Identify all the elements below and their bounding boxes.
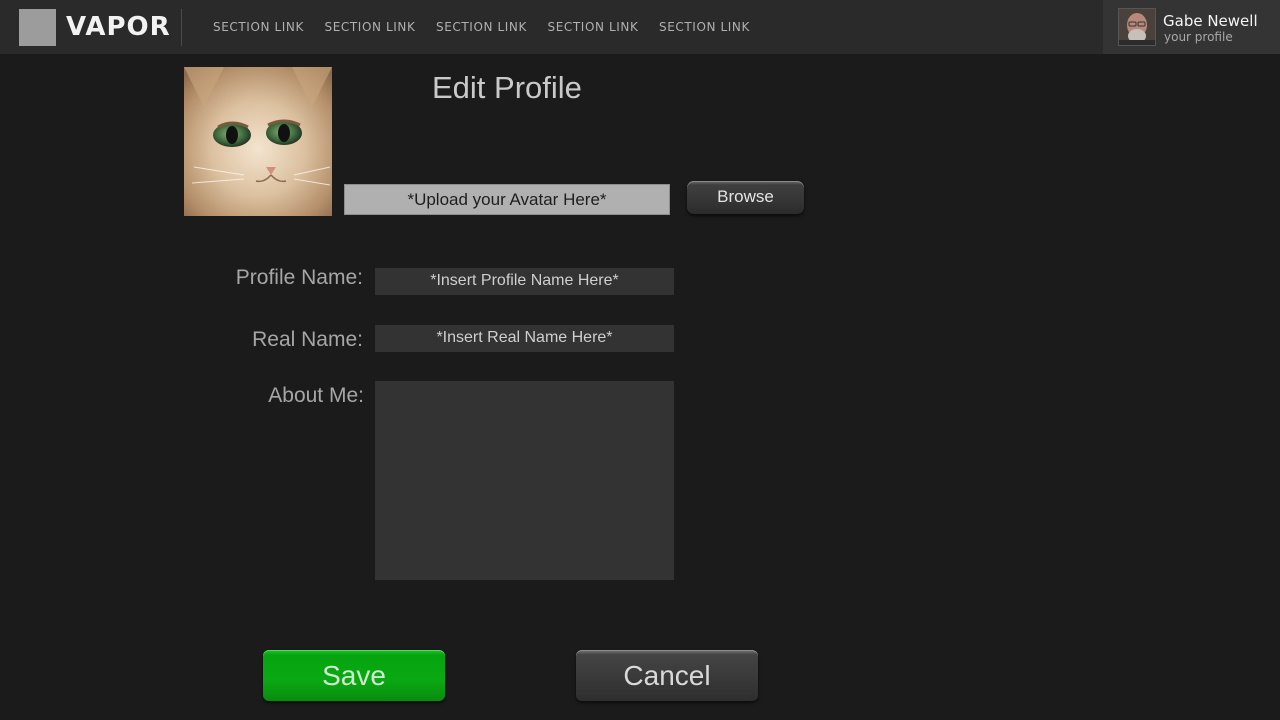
cancel-button[interactable]: Cancel (576, 650, 758, 701)
real-name-input[interactable]: *Insert Real Name Here* (375, 325, 674, 352)
cat-avatar-image (184, 67, 332, 216)
nav-section-link-1[interactable]: SECTION LINK (213, 20, 325, 34)
save-button[interactable]: Save (263, 650, 445, 701)
logo-icon[interactable] (19, 9, 56, 46)
profile-name-input[interactable]: *Insert Profile Name Here* (375, 268, 674, 295)
browse-button[interactable]: Browse (687, 181, 804, 214)
user-profile-menu[interactable]: Gabe Newell your profile (1103, 0, 1280, 54)
about-me-textarea[interactable] (375, 381, 674, 580)
top-navigation-bar: VAPOR SECTION LINK SECTION LINK SECTION … (0, 0, 1280, 54)
nav-section-link-2[interactable]: SECTION LINK (325, 20, 437, 34)
nav-section-link-3[interactable]: SECTION LINK (436, 20, 548, 34)
brand-name[interactable]: VAPOR (66, 12, 171, 42)
nav-section-link-4[interactable]: SECTION LINK (548, 20, 660, 34)
real-name-label: Real Name: (252, 328, 363, 351)
avatar-upload-field[interactable]: *Upload your Avatar Here* (344, 184, 670, 215)
page-title: Edit Profile (432, 70, 582, 105)
section-nav: SECTION LINK SECTION LINK SECTION LINK S… (213, 20, 771, 34)
user-avatar-photo[interactable] (1118, 8, 1156, 46)
user-profile-link[interactable]: your profile (1164, 30, 1233, 44)
about-me-label: About Me: (268, 384, 364, 407)
profile-name-label: Profile Name: (235, 266, 363, 289)
nav-section-link-5[interactable]: SECTION LINK (659, 20, 771, 34)
user-name[interactable]: Gabe Newell (1163, 12, 1258, 30)
nav-divider (181, 9, 182, 46)
